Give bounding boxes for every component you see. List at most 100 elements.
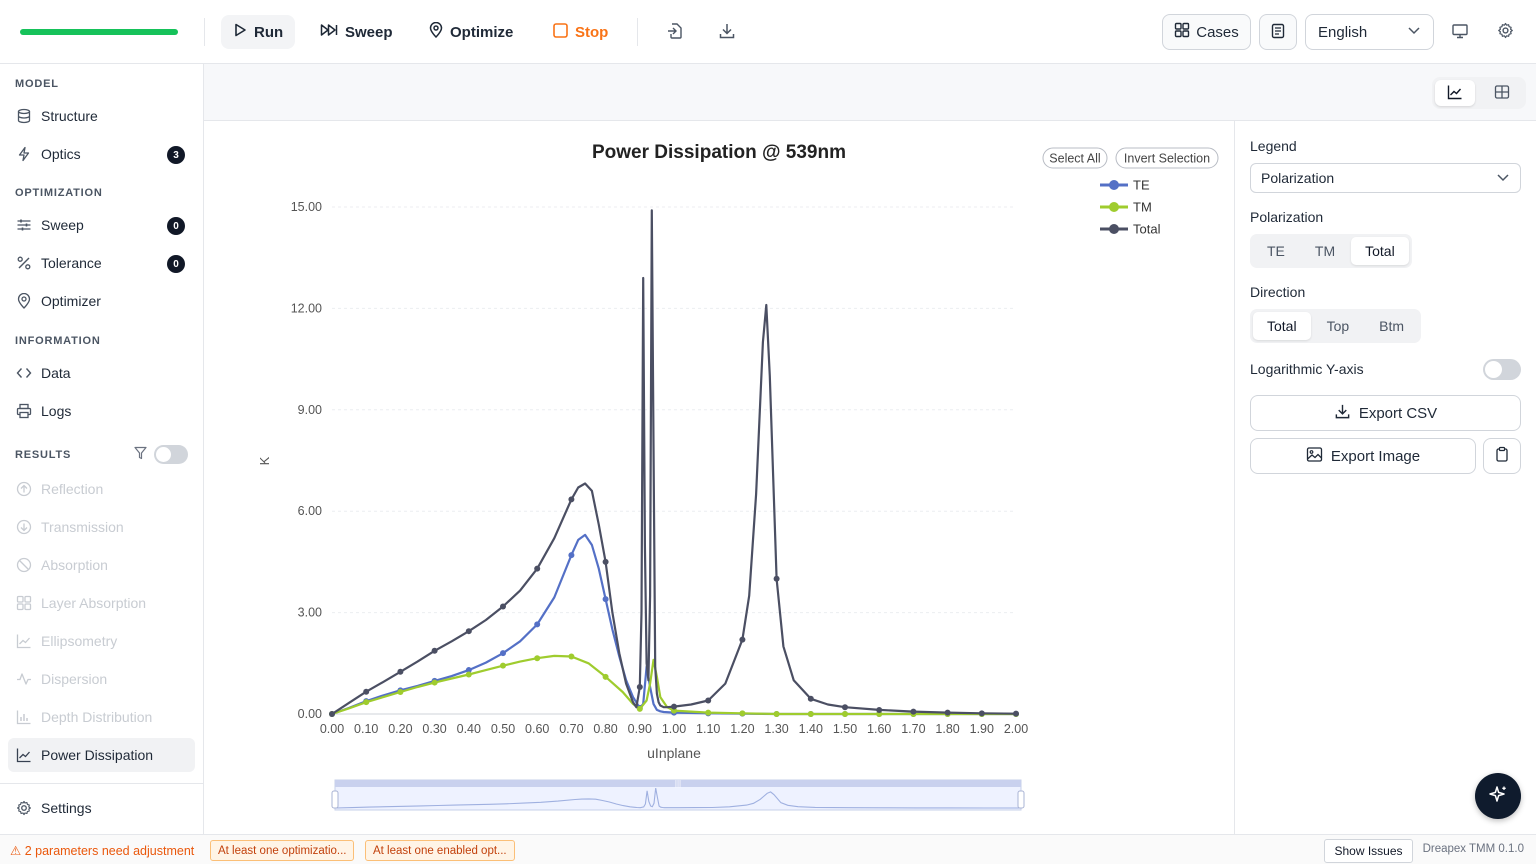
select-all-button[interactable]: Select All	[1042, 147, 1108, 169]
optimize-button[interactable]: Optimize	[417, 15, 525, 49]
warning-chip[interactable]: At least one enabled opt...	[365, 840, 515, 861]
data-point[interactable]	[329, 711, 335, 717]
download-button[interactable]	[713, 18, 741, 46]
series-line-te[interactable]	[331, 533, 1016, 716]
zoom-handle-right[interactable]	[1017, 790, 1025, 809]
power-dissipation-chart[interactable]: Power Dissipation @ 539nm Select All Inv…	[204, 121, 1234, 834]
sidebar-item-logs[interactable]: Logs	[8, 394, 195, 428]
data-point[interactable]	[534, 565, 541, 572]
data-point[interactable]	[807, 711, 814, 717]
legend-item-total[interactable]: Total	[1100, 222, 1161, 237]
legend-item-tm[interactable]: TM	[1100, 200, 1152, 215]
sidebar-item-layer-absorption[interactable]: Layer Absorption	[8, 586, 195, 620]
sidebar-item-depth-distribution[interactable]: Depth Distribution	[8, 700, 195, 734]
data-point[interactable]	[397, 689, 404, 696]
sidebar-item-dispersion[interactable]: Dispersion	[8, 662, 195, 696]
sidebar-item-power-dissipation[interactable]: Power Dissipation	[8, 738, 195, 772]
data-point[interactable]	[739, 710, 746, 717]
polarization-option-te[interactable]: TE	[1253, 237, 1299, 265]
sidebar-item-tolerance[interactable]: Tolerance 0	[8, 246, 195, 280]
data-point[interactable]	[705, 709, 712, 716]
polarization-option-tm[interactable]: TM	[1301, 237, 1349, 265]
data-point[interactable]	[773, 711, 780, 717]
data-point[interactable]	[876, 706, 883, 713]
zoom-grip-icon[interactable]: |||	[675, 779, 681, 788]
data-point[interactable]	[636, 705, 643, 712]
settings-button[interactable]	[1491, 18, 1519, 46]
import-button[interactable]	[661, 18, 689, 46]
data-point[interactable]	[705, 697, 712, 704]
log-y-axis-toggle[interactable]	[1483, 359, 1521, 380]
sidebar-item-structure[interactable]: Structure	[8, 99, 195, 133]
direction-option-btm[interactable]: Btm	[1365, 312, 1418, 340]
data-point[interactable]	[431, 679, 438, 686]
data-point[interactable]	[944, 709, 951, 716]
sidebar-item-sweep[interactable]: Sweep 0	[8, 208, 195, 242]
polarization-option-total[interactable]: Total	[1351, 237, 1409, 265]
data-point[interactable]	[602, 673, 609, 680]
display-button[interactable]	[1446, 18, 1474, 46]
export-image-button[interactable]: Export Image	[1250, 438, 1476, 474]
data-point[interactable]	[431, 647, 438, 654]
data-point[interactable]	[671, 703, 677, 710]
data-point[interactable]	[500, 650, 506, 657]
zoom-handle-left[interactable]	[331, 790, 339, 809]
sidebar-item-label: Structure	[41, 108, 98, 124]
show-issues-button[interactable]: Show Issues	[1324, 839, 1413, 863]
sweep-button[interactable]: Sweep	[308, 15, 405, 49]
data-point[interactable]	[500, 662, 506, 669]
invert-selection-button[interactable]: Invert Selection	[1115, 147, 1219, 169]
ai-assistant-button[interactable]	[1475, 773, 1521, 819]
data-point[interactable]	[636, 683, 643, 690]
sidebar-item-ellipsometry[interactable]: Ellipsometry	[8, 624, 195, 658]
data-point[interactable]	[500, 603, 506, 610]
sidebar-item-data[interactable]: Data	[8, 356, 195, 390]
copy-to-clipboard-button[interactable]	[1483, 438, 1521, 474]
sidebar-item-optics[interactable]: Optics 3	[8, 137, 195, 171]
data-point[interactable]	[739, 636, 746, 643]
chart-grid	[332, 206, 1016, 715]
data-point[interactable]	[910, 708, 917, 715]
series-line-total[interactable]	[331, 209, 1017, 715]
data-point[interactable]	[568, 653, 575, 660]
warning-chip[interactable]: At least one optimizatio...	[210, 840, 355, 861]
warning-message[interactable]: ⚠ 2 parameters need adjustment	[10, 843, 194, 858]
data-point[interactable]	[1013, 710, 1019, 717]
sidebar-item-transmission[interactable]: Transmission	[8, 510, 195, 544]
data-point[interactable]	[397, 668, 404, 675]
cases-button[interactable]: Cases	[1162, 14, 1251, 50]
results-filter-toggle[interactable]	[154, 445, 188, 464]
data-point[interactable]	[602, 596, 609, 603]
data-point[interactable]	[465, 628, 472, 635]
data-point[interactable]	[534, 655, 541, 662]
data-point[interactable]	[978, 710, 985, 717]
sidebar-item-reflection[interactable]: Reflection	[8, 472, 195, 506]
legend-item-te[interactable]: TE	[1100, 178, 1150, 193]
data-point[interactable]	[534, 621, 541, 628]
run-button[interactable]: Run	[221, 15, 296, 49]
data-point[interactable]	[842, 711, 848, 717]
data-point[interactable]	[842, 704, 848, 711]
data-point[interactable]	[568, 552, 575, 559]
data-zoom-slider[interactable]: |||	[331, 779, 1025, 811]
stop-button[interactable]: Stop	[541, 15, 620, 49]
export-csv-button[interactable]: Export CSV	[1250, 395, 1521, 431]
data-point[interactable]	[807, 695, 814, 702]
document-button[interactable]	[1259, 14, 1297, 50]
data-point[interactable]	[363, 699, 370, 706]
direction-option-total[interactable]: Total	[1253, 312, 1311, 340]
direction-option-top[interactable]: Top	[1313, 312, 1364, 340]
sidebar-item-absorption[interactable]: Absorption	[8, 548, 195, 582]
data-point[interactable]	[363, 688, 370, 695]
chart-view-button[interactable]	[1435, 80, 1475, 106]
data-point[interactable]	[568, 496, 575, 503]
legend-select[interactable]: Polarization	[1250, 163, 1521, 193]
data-point[interactable]	[602, 558, 609, 565]
filter-icon[interactable]	[134, 446, 147, 463]
data-point[interactable]	[773, 575, 780, 582]
language-select[interactable]: English	[1305, 14, 1434, 50]
sidebar-item-optimizer[interactable]: Optimizer	[8, 284, 195, 318]
table-view-button[interactable]	[1482, 80, 1522, 106]
sidebar-item-settings[interactable]: Settings	[8, 791, 195, 825]
data-point[interactable]	[465, 671, 472, 678]
